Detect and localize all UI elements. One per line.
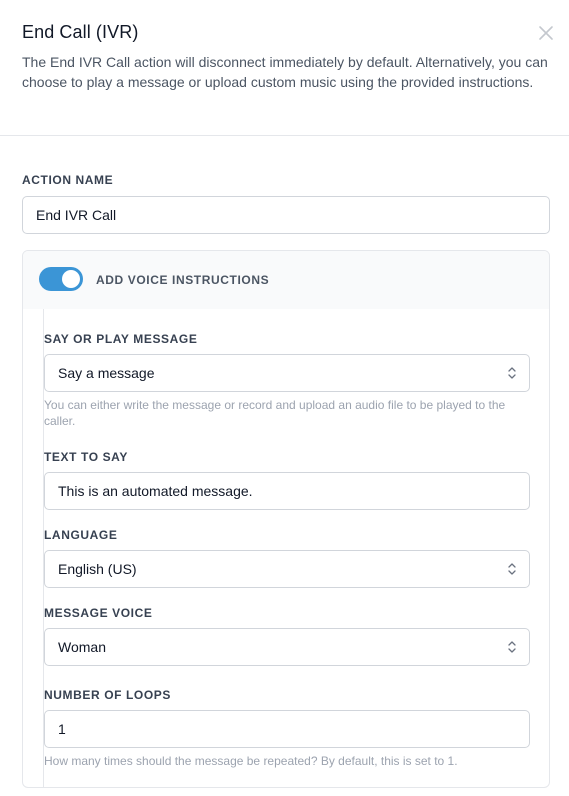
action-name-input[interactable]	[22, 196, 550, 234]
say-or-play-help: You can either write the message or reco…	[44, 398, 506, 428]
chevron-updown-icon	[508, 641, 516, 653]
language-value: English (US)	[58, 561, 137, 577]
message-voice-value: Woman	[58, 639, 106, 655]
loops-input[interactable]	[44, 710, 530, 748]
loops-label: NUMBER OF LOOPS	[44, 688, 172, 702]
close-icon[interactable]	[536, 23, 556, 43]
text-to-say-label: TEXT TO SAY	[44, 450, 128, 464]
say-or-play-label: SAY OR PLAY MESSAGE	[44, 332, 198, 346]
voice-instructions-panel: ADD VOICE INSTRUCTIONS SAY OR PLAY MESSA…	[22, 250, 550, 788]
toggle-knob	[62, 270, 80, 288]
say-or-play-value: Say a message	[58, 365, 155, 381]
chevron-updown-icon	[508, 367, 516, 379]
modal-header: End Call (IVR) The End IVR Call action w…	[0, 0, 569, 136]
loops-help: How many times should the message be rep…	[44, 754, 458, 768]
voice-instructions-body: SAY OR PLAY MESSAGE Say a message You ca…	[43, 309, 549, 787]
chevron-updown-icon	[508, 563, 516, 575]
language-select[interactable]: English (US)	[44, 550, 530, 588]
modal-title: End Call (IVR)	[22, 22, 139, 42]
modal-description: The End IVR Call action will disconnect …	[22, 54, 548, 90]
language-label: LANGUAGE	[44, 528, 118, 542]
say-or-play-select[interactable]: Say a message	[44, 354, 530, 392]
message-voice-select[interactable]: Woman	[44, 628, 530, 666]
action-name-label: ACTION NAME	[22, 173, 114, 187]
voice-instructions-label: ADD VOICE INSTRUCTIONS	[96, 273, 270, 287]
message-voice-label: MESSAGE VOICE	[44, 606, 153, 620]
text-to-say-input[interactable]	[44, 472, 530, 510]
voice-instructions-toggle[interactable]	[39, 267, 83, 291]
voice-instructions-header: ADD VOICE INSTRUCTIONS	[23, 251, 549, 309]
